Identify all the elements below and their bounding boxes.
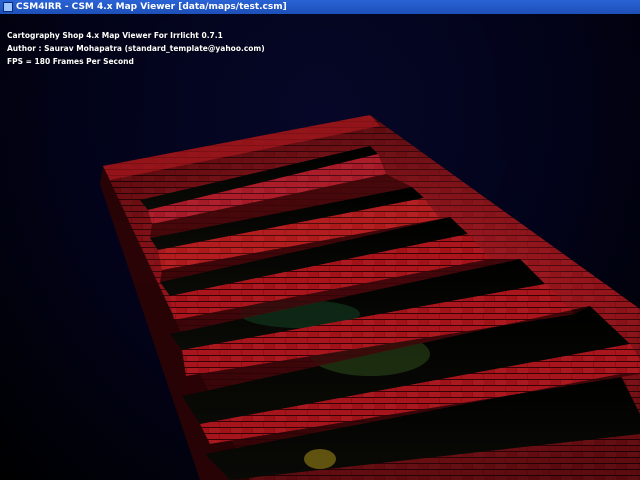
3d-viewport[interactable]: Cartography Shop 4.x Map Viewer For Irrl… xyxy=(0,14,640,480)
hud-author: Author : Saurav Mohapatra (standard_temp… xyxy=(7,44,265,53)
hud-fps: FPS = 180 Frames Per Second xyxy=(7,57,134,66)
map-render xyxy=(0,14,640,480)
application-window: CSM4IRR - CSM 4.x Map Viewer [data/maps/… xyxy=(0,0,640,480)
title-bar[interactable]: CSM4IRR - CSM 4.x Map Viewer [data/maps/… xyxy=(0,0,640,14)
window-title: CSM4IRR - CSM 4.x Map Viewer [data/maps/… xyxy=(16,2,287,12)
hud-title: Cartography Shop 4.x Map Viewer For Irrl… xyxy=(7,31,223,40)
app-icon xyxy=(3,2,13,12)
